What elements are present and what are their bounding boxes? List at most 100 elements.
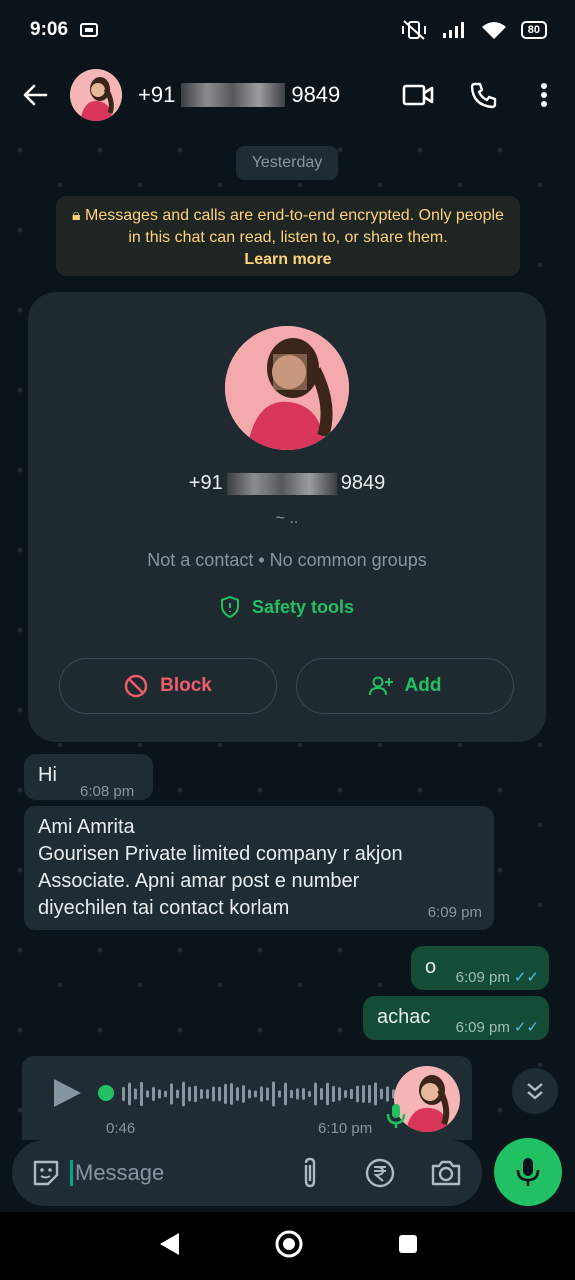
read-receipt-icon: ✓✓ [513,969,539,986]
waveform-bar [350,1088,353,1100]
date-divider: Yesterday [236,146,338,180]
triangle-back-icon [159,1232,179,1255]
shield-icon [220,596,239,618]
camera-button[interactable] [430,1158,462,1193]
waveform-bar [320,1087,323,1101]
waveform-bar [314,1082,317,1106]
voice-message[interactable]: 0:46 6:10 pm [22,1056,472,1140]
add-label: Add [404,675,442,696]
lock-icon: 🔒︎ [72,207,81,224]
waveform-bar [260,1086,263,1102]
waveform-bar [362,1085,365,1103]
chat-header: +91 9849 [0,60,575,130]
waveform-bar [386,1086,389,1102]
profile-photo[interactable] [225,326,349,450]
waveform-bar [344,1090,347,1098]
waveform-bar [356,1085,359,1103]
attach-button[interactable] [298,1157,322,1194]
waveform-bar [176,1089,179,1099]
avatar-illustration [70,69,122,121]
play-button[interactable] [50,1076,84,1115]
message-text: Ami Amrita Gourisen Private limited comp… [38,814,403,922]
mic-badge-icon [386,1104,406,1128]
message-line: Gourisen Private limited company r akjon [38,843,403,865]
block-label: Block [160,675,212,696]
voice-call-button[interactable] [464,75,504,115]
voice-time: 6:10 pm [318,1120,373,1137]
number-suffix: 9849 [291,82,341,107]
video-call-button[interactable] [398,75,438,115]
redacted-digits [181,83,286,107]
outgoing-message[interactable]: o 6:09 pm ✓✓ [411,946,549,990]
waveform-bar [146,1090,149,1098]
message-time: 6:09 pm [455,1019,510,1036]
message-text: o [425,956,437,978]
waveform-bar [236,1087,239,1101]
waveform-bar [374,1082,377,1106]
battery-indicator: 80 [520,21,547,39]
signal-icon [442,22,464,38]
waveform-bar [218,1086,221,1102]
status-bar: 9:06 80 [0,0,575,60]
phone-icon [470,82,497,109]
kebab-menu-icon [541,83,547,107]
waveform-bar [188,1086,191,1102]
waveform-bar [272,1081,275,1107]
more-options-button[interactable] [524,75,564,115]
add-contact-button[interactable]: Add [296,658,514,714]
profile-illustration [225,326,349,450]
safety-tools-label: Safety tools [251,596,355,617]
back-button[interactable] [0,65,70,125]
waveform-bar [158,1089,161,1099]
waveform-bar [128,1082,131,1106]
waveform-bar [368,1084,371,1104]
profile-number-suffix: 9849 [340,472,386,494]
outgoing-message[interactable]: achac 6:09 pm ✓✓ [363,996,549,1040]
waveform-bar [224,1083,227,1105]
microphone-icon [516,1158,540,1186]
emoji-sticker-button[interactable] [30,1157,62,1189]
waveform-bar [206,1089,209,1099]
incoming-message[interactable]: Hi 6:08 pm [24,754,153,800]
waveform-bar [278,1090,281,1098]
waveform-bar [248,1089,251,1099]
learn-more-link[interactable]: Learn more [66,249,510,271]
nav-back-button[interactable] [157,1231,181,1262]
play-icon [54,1079,81,1107]
waveform-bar [308,1090,311,1098]
profile-number: +91 9849 [28,472,546,495]
encryption-notice[interactable]: 🔒︎ Messages and calls are end-to-end enc… [56,196,520,276]
waveform-bar [152,1087,155,1101]
status-time: 9:06 [30,19,69,40]
nav-recents-button[interactable] [397,1233,419,1260]
safety-tools-link[interactable]: Safety tools [28,596,546,618]
payment-button[interactable] [364,1157,396,1194]
double-chevron-down-icon [527,1083,543,1100]
waveform-bar [242,1085,245,1103]
waveform-bar [302,1088,305,1100]
add-person-icon [368,676,393,696]
waveform-bar [266,1087,269,1101]
incoming-message[interactable]: Ami Amrita Gourisen Private limited comp… [24,806,494,930]
waveform-bar [296,1088,299,1100]
message-line: diyechilen tai contact korlam [38,897,290,919]
block-button[interactable]: Block [59,658,277,714]
waveform-bar [326,1082,329,1106]
voice-duration: 0:46 [106,1120,136,1137]
video-camera-icon [402,84,434,106]
waveform-bar [254,1090,257,1098]
scroll-to-bottom-button[interactable] [512,1068,558,1114]
sim-icon [80,23,99,37]
message-time: 6:09 pm [427,904,482,921]
nav-home-button[interactable] [274,1229,304,1264]
square-recents-icon [398,1234,417,1253]
voice-record-button[interactable] [494,1138,562,1206]
contact-number[interactable]: +91 9849 [138,82,340,108]
contact-info-card: +91 9849 ~ .. Not a contact • No common … [28,292,546,742]
message-input[interactable] [70,1160,270,1186]
playback-scrubber[interactable] [98,1085,114,1101]
waveform-bar [380,1088,383,1100]
contact-avatar[interactable] [70,69,122,121]
rupee-icon [365,1158,395,1188]
waveform-bar [164,1090,167,1098]
